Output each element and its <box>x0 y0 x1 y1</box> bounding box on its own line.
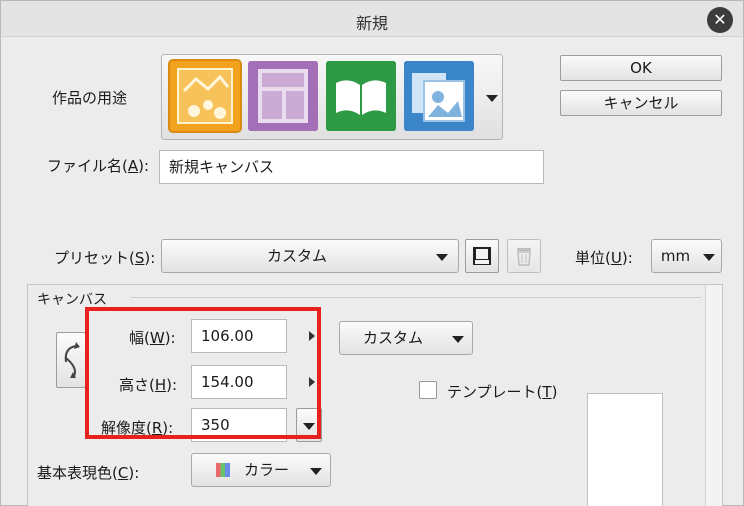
chevron-down-icon <box>703 254 715 261</box>
cancel-button[interactable]: キャンセル <box>560 90 722 116</box>
file-name-input[interactable]: 新規キャンバス <box>159 150 544 184</box>
vertical-scrollbar[interactable] <box>705 285 722 506</box>
unit-label: 単位(U): <box>575 249 633 267</box>
chevron-down-icon <box>452 336 464 343</box>
canvas-section-label: キャンバス <box>37 292 107 308</box>
usage-selector <box>161 54 503 140</box>
title-bar: 新規 ✕ <box>1 1 743 37</box>
size-preset-value: カスタム <box>362 329 423 347</box>
new-canvas-dialog: 新規 ✕ 作品の用途 OK キャンセル ファイル名(A): 新規キャンバス プリ… <box>0 0 744 506</box>
unit-value: mm <box>660 247 691 265</box>
trash-icon[interactable] <box>507 239 541 273</box>
color-label: 基本表現色(C): <box>37 464 140 482</box>
preset-label: プリセット(S): <box>54 249 156 267</box>
ok-button[interactable]: OK <box>560 55 722 81</box>
section-divider <box>131 297 701 298</box>
color-value: カラー <box>244 461 290 479</box>
usage-more-arrow[interactable] <box>486 95 498 102</box>
preset-dropdown[interactable]: カスタム <box>161 239 459 273</box>
rotate-orientation-icon[interactable] <box>56 332 86 388</box>
highlight-box <box>85 307 321 439</box>
dialog-title: 新規 <box>355 14 388 33</box>
chevron-down-icon <box>436 254 448 261</box>
unit-dropdown[interactable]: mm <box>651 239 722 273</box>
save-icon[interactable] <box>465 239 499 273</box>
color-dropdown[interactable]: カラー <box>191 453 331 487</box>
usage-label: 作品の用途 <box>52 89 128 107</box>
close-icon[interactable]: ✕ <box>707 7 733 33</box>
color-mode-icon <box>216 463 230 477</box>
chevron-down-icon <box>310 468 322 475</box>
template-checkbox[interactable] <box>419 381 437 399</box>
illustration-icon[interactable] <box>168 59 242 133</box>
preset-value: カスタム <box>266 247 327 265</box>
template-label: テンプレート(T) <box>447 383 558 401</box>
book-icon[interactable] <box>326 61 396 131</box>
animation-icon[interactable] <box>404 61 474 131</box>
comic-page-icon[interactable] <box>248 61 318 131</box>
size-preset-dropdown[interactable]: カスタム <box>339 321 473 355</box>
template-preview <box>587 393 663 506</box>
file-name-label: ファイル名(A): <box>47 157 150 175</box>
